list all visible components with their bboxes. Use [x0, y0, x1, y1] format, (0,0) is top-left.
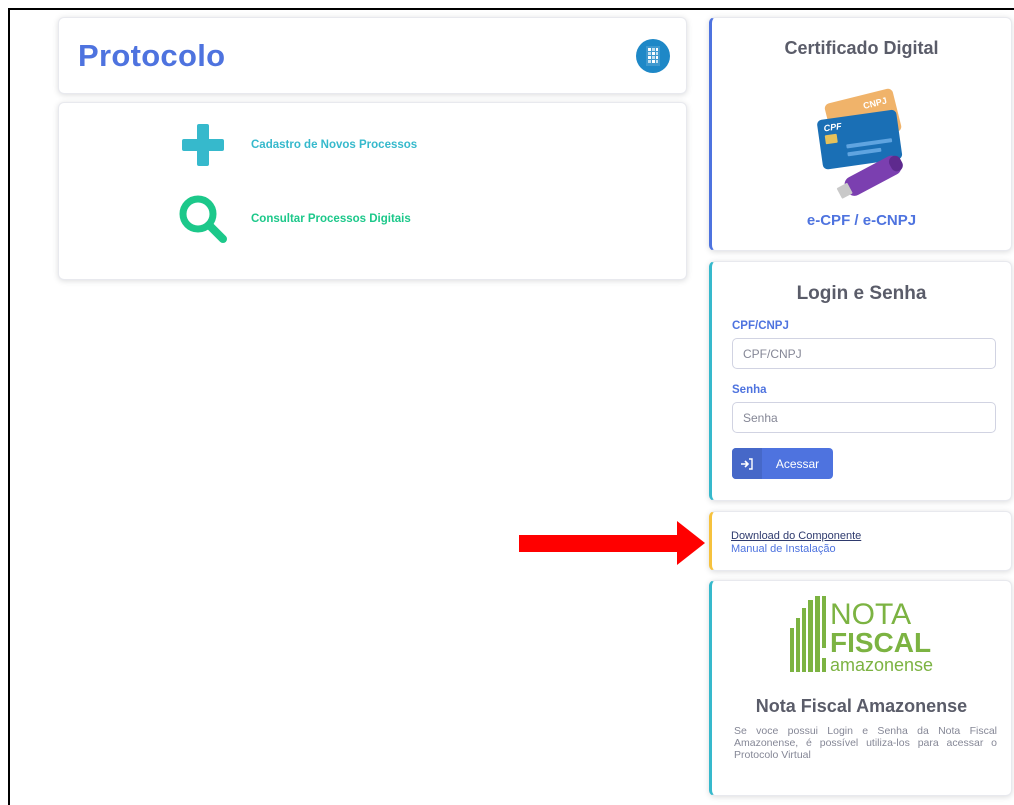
nota-fiscal-card: NOTA FISCAL amazonense Nota Fiscal Amazo…	[709, 580, 1012, 796]
search-process-label: Consultar Processos Digitais	[251, 213, 411, 225]
login-title: Login e Senha	[796, 283, 927, 304]
svg-text:amazonense: amazonense	[830, 655, 933, 675]
ecpf-ecnpj-link[interactable]: e-CPF / e-CNPJ	[712, 212, 1011, 229]
page-title: Protocolo	[78, 38, 226, 73]
password-input[interactable]	[732, 402, 996, 433]
new-process-link[interactable]: Cadastro de Novos Processos	[177, 119, 417, 171]
search-process-link[interactable]: Consultar Processos Digitais	[177, 193, 411, 245]
nota-fiscal-title: Nota Fiscal Amazonense	[755, 696, 968, 716]
install-manual-link[interactable]: Manual de Instalação	[731, 543, 836, 555]
menu-card: Cadastro de Novos Processos Consultar Pr…	[58, 102, 687, 280]
certificate-image: CNPJ CPF	[812, 82, 916, 207]
new-process-label: Cadastro de Novos Processos	[251, 139, 418, 151]
header-card: Protocolo	[58, 17, 687, 94]
cpf-input[interactable]	[732, 338, 996, 369]
arrow-right-icon	[519, 521, 705, 565]
certificate-title: Certificado Digital	[784, 38, 939, 58]
downloads-card: Download do Componente Manual de Instala…	[709, 511, 1012, 571]
svg-text:FISCAL: FISCAL	[830, 627, 931, 658]
login-card: Login e Senha CPF/CNPJ Senha Acessar	[709, 261, 1012, 501]
building-icon	[636, 39, 670, 73]
login-button-label: Acessar	[775, 456, 820, 471]
password-label: Senha	[732, 384, 767, 396]
nota-fiscal-description: Se voce possui Login e Senha da Nota Fis…	[734, 725, 997, 761]
search-icon	[177, 193, 229, 245]
certificate-card: Certificado Digital CNPJ CPF e-CPF / e-C…	[709, 17, 1012, 251]
login-button[interactable]: Acessar	[732, 448, 833, 479]
download-component-link[interactable]: Download do Componente	[731, 530, 861, 542]
nota-fiscal-logo: NOTA FISCAL amazonense	[788, 594, 948, 676]
cpf-label: CPF/CNPJ	[732, 320, 789, 332]
sign-in-icon	[732, 448, 762, 479]
plus-icon	[177, 119, 229, 171]
